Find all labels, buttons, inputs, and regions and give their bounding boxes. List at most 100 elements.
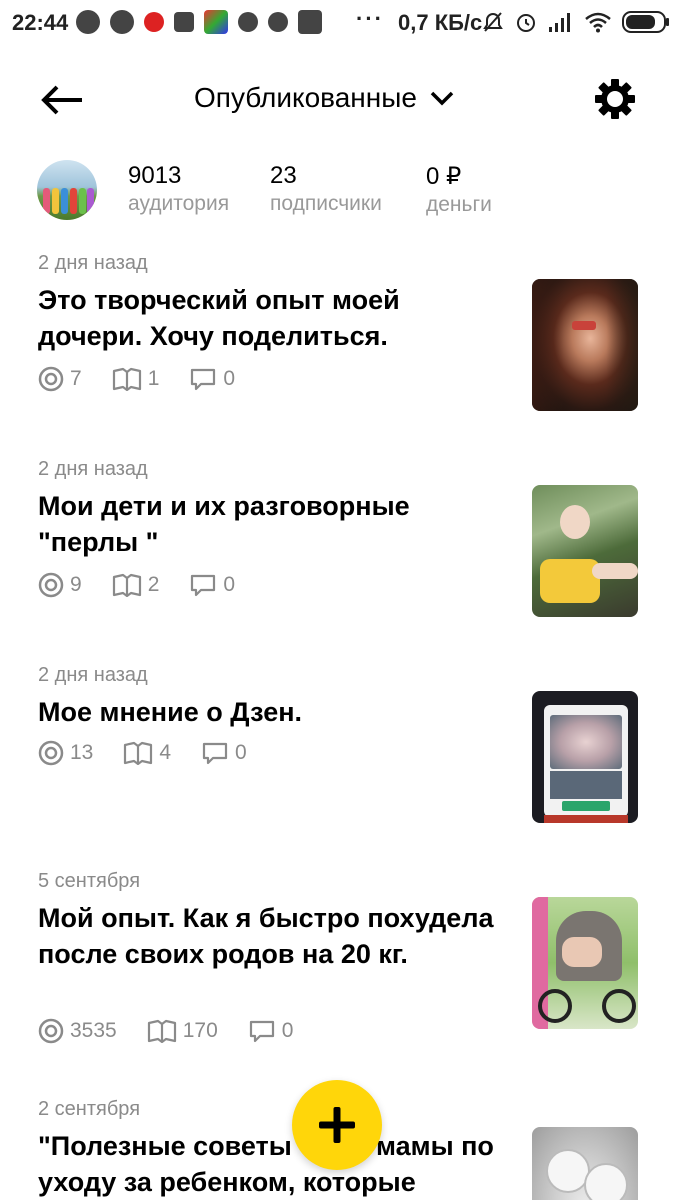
stat-value: 9013 bbox=[128, 162, 182, 189]
thumbnail-detail bbox=[602, 989, 636, 1023]
article-thumbnail bbox=[532, 485, 638, 617]
article-date: 2 сентября bbox=[38, 1098, 141, 1120]
thumbnail-shade bbox=[532, 279, 638, 411]
status-bar: 22:44 ··· 0,7 КБ/с bbox=[0, 0, 675, 48]
article-metrics: 13 4 0 bbox=[38, 740, 277, 766]
reads-count: 1 bbox=[147, 367, 160, 390]
book-icon bbox=[124, 741, 153, 765]
thumbnail-detail bbox=[592, 563, 638, 579]
download-icon bbox=[268, 12, 288, 32]
youtube-icon bbox=[298, 10, 322, 34]
article-thumbnail bbox=[532, 691, 638, 823]
comments-metric: 0 bbox=[189, 367, 235, 391]
article-title: Мой опыт. Как я быстро похудела после св… bbox=[38, 903, 494, 969]
views-metric: 3535 bbox=[38, 1018, 117, 1044]
battery-icon bbox=[622, 11, 669, 33]
settings-button[interactable] bbox=[594, 78, 636, 120]
thumbnail-detail bbox=[584, 1163, 628, 1200]
views-metric: 13 bbox=[38, 740, 93, 766]
wifi-icon bbox=[585, 12, 611, 33]
avatar-figure bbox=[87, 188, 94, 214]
comments-count: 0 bbox=[223, 573, 236, 596]
system-icons bbox=[482, 10, 669, 34]
comment-icon bbox=[191, 574, 216, 597]
status-time: 22:44 bbox=[12, 10, 69, 35]
book-icon bbox=[112, 367, 141, 391]
article-item[interactable]: 2 дня назад Это творческий опыт моей доч… bbox=[0, 250, 675, 430]
article-title: Это творческий опыт моей дочери. Хочу по… bbox=[38, 285, 400, 351]
stat-subscribers: 23 подписчики bbox=[270, 162, 382, 216]
comments-metric: 0 bbox=[248, 1019, 294, 1043]
avatar-figure bbox=[61, 188, 68, 214]
section-dropdown[interactable]: Опубликованные bbox=[194, 82, 455, 114]
comments-count: 0 bbox=[223, 367, 236, 390]
article-item[interactable]: 5 сентября Мой опыт. Как я быстро похуде… bbox=[0, 868, 675, 1068]
chevron-down-icon bbox=[430, 91, 454, 106]
signal-icon bbox=[549, 13, 570, 32]
views-icon bbox=[38, 740, 64, 766]
comment-icon bbox=[191, 368, 216, 391]
mute-icon bbox=[483, 12, 503, 32]
reads-count: 170 bbox=[182, 1019, 218, 1042]
avatar-figure bbox=[70, 188, 77, 214]
stat-value: 0 ₽ bbox=[426, 163, 462, 190]
views-count: 13 bbox=[70, 741, 94, 764]
thumbnail-detail bbox=[544, 815, 628, 823]
stat-label: подписчики bbox=[270, 192, 382, 215]
screen: 22:44 ··· 0,7 КБ/с Опубликованные 9013 а… bbox=[0, 0, 675, 1200]
article-metrics: 9 2 0 bbox=[38, 572, 265, 598]
app-notification-icon bbox=[174, 12, 194, 32]
thumbnail-detail bbox=[538, 989, 572, 1023]
views-metric: 7 bbox=[38, 366, 82, 392]
thumbnail-detail bbox=[562, 937, 602, 967]
article-thumbnail bbox=[532, 279, 638, 411]
reads-metric: 170 bbox=[147, 1019, 218, 1043]
comment-icon bbox=[249, 1020, 274, 1043]
page-title: Опубликованные bbox=[194, 82, 417, 113]
article-title: Мое мнение о Дзен. bbox=[38, 697, 303, 727]
article-item[interactable]: 2 дня назад Мое мнение о Дзен. 13 4 0 bbox=[0, 662, 675, 842]
app-notification-icon bbox=[204, 10, 228, 34]
plus-icon bbox=[319, 1107, 355, 1143]
avatar-figure bbox=[52, 188, 59, 214]
avatar-figure bbox=[43, 188, 50, 214]
views-icon bbox=[38, 1018, 64, 1044]
gear-icon bbox=[595, 79, 635, 119]
stat-value: 23 bbox=[270, 162, 297, 189]
article-thumbnail bbox=[532, 1127, 638, 1200]
comments-count: 0 bbox=[235, 741, 247, 764]
article-date: 2 дня назад bbox=[38, 664, 148, 686]
missed-call-icon bbox=[144, 12, 164, 32]
reads-metric: 4 bbox=[123, 741, 171, 765]
alarm-icon bbox=[517, 14, 535, 32]
comments-count: 0 bbox=[281, 1019, 294, 1042]
bank-app-icon bbox=[76, 10, 100, 34]
comments-metric: 0 bbox=[201, 741, 247, 765]
thumbnail-detail bbox=[562, 801, 610, 811]
stat-label: деньги bbox=[426, 193, 492, 216]
views-icon bbox=[38, 572, 64, 598]
article-date: 5 сентября bbox=[38, 870, 141, 892]
article-date: 2 дня назад bbox=[38, 458, 148, 480]
notification-icons bbox=[76, 10, 322, 34]
article-item[interactable]: 2 дня назад Мои дети и их разговорные "п… bbox=[0, 456, 675, 636]
views-icon bbox=[38, 366, 64, 392]
views-metric: 9 bbox=[38, 572, 82, 598]
article-thumbnail bbox=[532, 897, 638, 1029]
article-date: 2 дня назад bbox=[38, 252, 148, 274]
reads-count: 4 bbox=[159, 741, 172, 764]
more-notifications-icon: ··· bbox=[356, 6, 384, 31]
book-icon bbox=[112, 573, 141, 597]
article-title: "Полезные советы ей мамы по уходу за реб… bbox=[38, 1131, 502, 1197]
back-button[interactable] bbox=[40, 82, 84, 118]
reads-metric: 2 bbox=[112, 573, 159, 597]
article-title: Мои дети и их разговорные "перлы " bbox=[38, 491, 410, 557]
battery-level bbox=[626, 15, 655, 29]
thumbnail-detail bbox=[550, 715, 622, 769]
thumbnail-detail bbox=[560, 505, 590, 539]
stat-label: аудитория bbox=[128, 192, 230, 215]
avatar[interactable] bbox=[37, 160, 97, 220]
comment-icon bbox=[202, 742, 228, 765]
create-post-button[interactable] bbox=[292, 1080, 382, 1170]
thumbnail-detail bbox=[540, 559, 600, 603]
